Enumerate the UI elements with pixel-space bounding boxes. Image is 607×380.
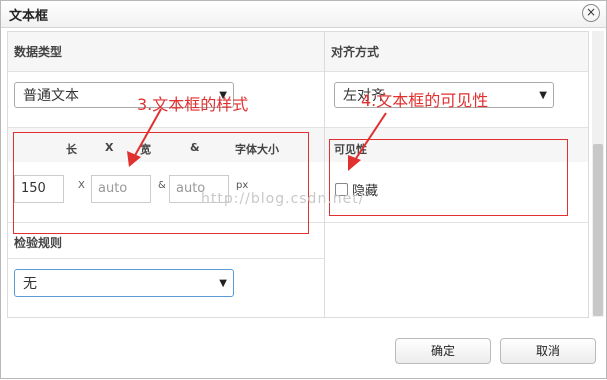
watermark: http://blog.csdn.net/: [201, 191, 365, 207]
cancel-button[interactable]: 取消: [500, 338, 596, 364]
style-annotation-label: 3.文本框的样式: [137, 95, 249, 114]
visibility-annotation-label: 4.文本框的可见性: [361, 91, 489, 110]
ok-button[interactable]: 确定: [395, 338, 491, 364]
text-box-dialog: 文本框 × 数据类型 普通文本 ▼ 长 X 宽 & 字体大小 150 X aut…: [0, 0, 607, 379]
